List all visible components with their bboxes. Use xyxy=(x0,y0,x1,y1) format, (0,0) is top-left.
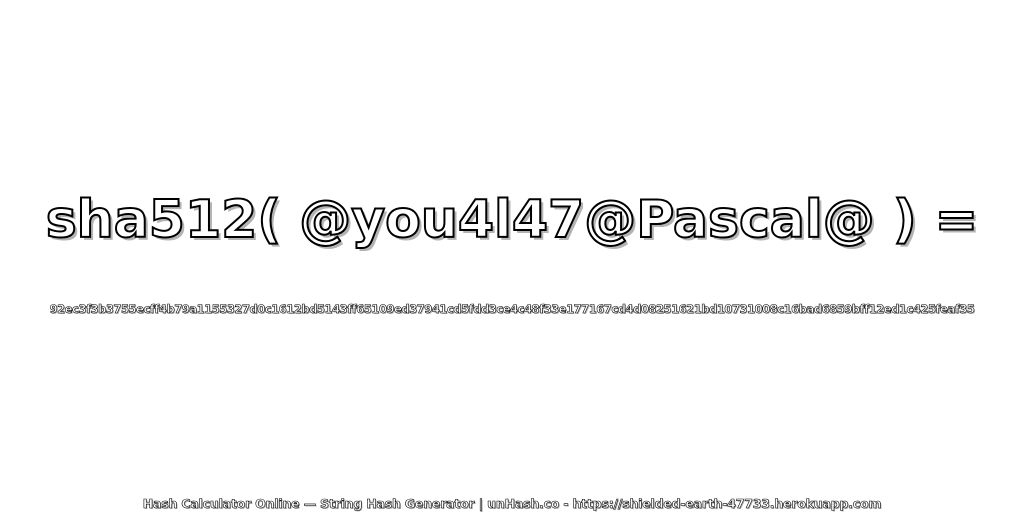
site-credit-footer: Hash Calculator Online — String Hash Gen… xyxy=(142,496,882,512)
hash-digest-text: 92ec3f3b3755ecff4b79a1155327d0c1612bd514… xyxy=(49,302,975,317)
hash-expression-title: sha512( @you4l47@Pascal@ ) = xyxy=(45,189,980,251)
hash-image-canvas: sha512( @you4l47@Pascal@ ) = 92ec3f3b375… xyxy=(0,0,1024,512)
